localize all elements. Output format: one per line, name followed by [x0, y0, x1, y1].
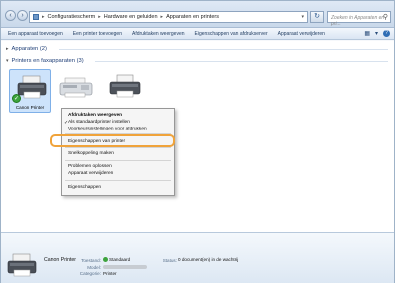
toolbar-right: ▦ ▾ ?	[364, 30, 390, 37]
group-divider	[95, 61, 388, 62]
printers-group-header[interactable]: ▾ Printers en faxapparaten (3)	[6, 58, 84, 64]
printer-label: Canon Printer	[15, 105, 45, 110]
breadcrumb-separator-icon: ▸	[160, 14, 164, 20]
detail-status-value: Standaard	[103, 257, 130, 263]
collapse-arrow-icon[interactable]: ▾	[6, 58, 9, 64]
remove-device-button[interactable]: Apparaat verwijderen	[278, 31, 325, 37]
expand-arrow-icon[interactable]: ▸	[6, 46, 9, 52]
menu-separator	[65, 147, 171, 148]
command-bar: Een apparaat toevoegen Een printer toevo…	[1, 28, 394, 40]
print-server-properties-button[interactable]: Eigenschappen van afdrukserver	[195, 31, 268, 37]
menu-item-printing-preferences[interactable]: Voorkeursinstellingen voor afdrukken	[68, 127, 147, 130]
context-menu: Afdruktaken weergeven ✓ Als standaardpri…	[61, 108, 175, 196]
group-divider	[59, 49, 388, 50]
add-printer-button[interactable]: Een printer toevoegen	[73, 31, 122, 37]
highlight-ring	[50, 134, 175, 147]
detail-status2-label: Status:	[162, 258, 177, 263]
help-icon[interactable]: ?	[383, 30, 390, 37]
menu-item-create-shortcut[interactable]: Snelkoppeling maken	[68, 151, 114, 156]
devices-and-printers-window: ‹ › ▸ Configuratiescherm ▸ Hardware en g…	[0, 0, 395, 283]
breadcrumb-separator-icon: ▸	[98, 14, 101, 20]
menu-item-set-default[interactable]: Als standaardprinter instellen	[68, 120, 130, 125]
menu-separator	[65, 160, 171, 161]
devices-group-header[interactable]: ▸ Apparaten (2)	[6, 46, 47, 52]
detail-model-value	[103, 264, 147, 269]
breadcrumb-separator-icon: ▸	[42, 14, 45, 20]
add-device-button[interactable]: Een apparaat toevoegen	[8, 31, 63, 37]
chevron-down-icon[interactable]: ▾	[375, 30, 378, 37]
default-printer-check-icon: ✓	[12, 94, 21, 103]
back-arrow-icon: ‹	[9, 12, 12, 19]
breadcrumb-control-panel[interactable]: Configuratiescherm	[48, 14, 96, 20]
refresh-icon: ↻	[314, 13, 320, 20]
detail-device-name: Canon Printer	[44, 257, 77, 263]
printer-icon	[109, 74, 141, 98]
menu-item-properties[interactable]: Eigenschappen	[68, 185, 101, 190]
breadcrumb-hardware-sound[interactable]: Hardware en geluiden	[104, 14, 158, 20]
redacted-model-name	[103, 264, 147, 269]
address-bar[interactable]: ▸ Configuratiescherm ▸ Hardware en gelui…	[29, 11, 308, 23]
menu-item-remove-device[interactable]: Apparaat verwijderen	[68, 171, 113, 176]
printer-icon	[7, 253, 37, 277]
view-print-jobs-button[interactable]: Afdruktaken weergeven	[132, 31, 185, 37]
detail-category-label: Categorie:	[79, 271, 101, 276]
menu-item-troubleshoot[interactable]: Problemen oplossen	[68, 164, 112, 169]
menu-separator	[65, 180, 171, 181]
forward-button[interactable]: ›	[17, 10, 28, 21]
refresh-button[interactable]: ↻	[310, 11, 324, 23]
control-panel-icon	[33, 14, 39, 20]
printer-item-canon[interactable]: ✓ Canon Printer	[9, 69, 51, 113]
detail-status-label: Toestand:	[81, 258, 101, 263]
fax-printer-icon	[59, 77, 93, 98]
detail-status2-value: 0 document(en) in de wachtrij	[178, 257, 239, 262]
chevron-down-icon[interactable]: ▾	[301, 14, 304, 20]
search-icon[interactable]: ⚲	[383, 13, 388, 21]
printer-item-2[interactable]	[57, 69, 99, 113]
printer-item-3[interactable]	[105, 69, 147, 113]
printers-group-title: Printers en faxapparaten (3)	[11, 58, 84, 64]
search-input[interactable]: Zoeken in Apparaten en pri... ⚲	[327, 11, 391, 27]
status-ok-icon	[103, 257, 108, 263]
forward-arrow-icon: ›	[21, 12, 24, 19]
detail-category-value: Printer	[103, 271, 117, 276]
menu-item-view-print-jobs[interactable]: Afdruktaken weergeven	[68, 113, 122, 118]
detail-model-label: Model:	[87, 265, 101, 270]
back-button[interactable]: ‹	[5, 10, 16, 21]
details-pane: Canon Printer Toestand: Standaard Model:…	[1, 232, 394, 283]
address-row: ‹ › ▸ Configuratiescherm ▸ Hardware en g…	[1, 1, 394, 28]
view-options-icon[interactable]: ▦	[364, 30, 370, 37]
printer-icon	[17, 75, 47, 99]
breadcrumb-devices-printers[interactable]: Apparaten en printers	[166, 14, 219, 20]
devices-group-title: Apparaten (2)	[11, 46, 47, 52]
search-placeholder: Zoeken in Apparaten en pri...	[331, 15, 385, 27]
